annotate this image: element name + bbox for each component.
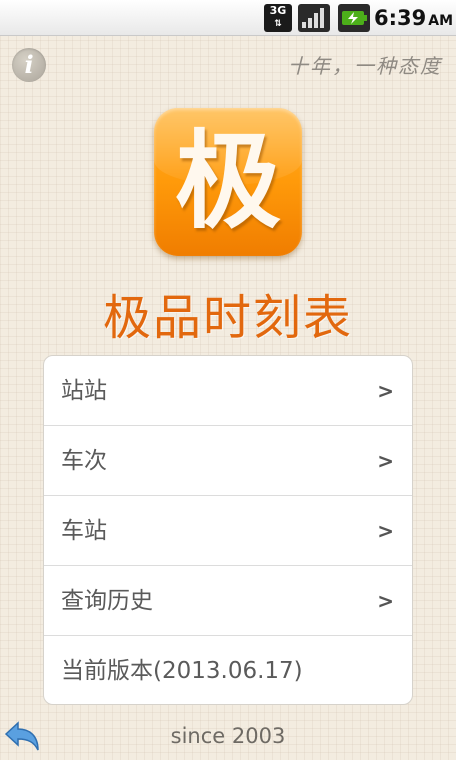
menu-item-current-version[interactable]: 当前版本(2013.06.17)	[44, 636, 412, 704]
main-menu: 站站 > 车次 > 车站 > 查询历史 > 当前版本(2013.06.17)	[43, 355, 413, 705]
menu-item-station[interactable]: 车站 >	[44, 496, 412, 566]
clock-ampm: AM	[428, 13, 454, 29]
chevron-right-icon: >	[377, 589, 394, 613]
chevron-right-icon: >	[377, 379, 394, 403]
menu-item-query-history[interactable]: 查询历史 >	[44, 566, 412, 636]
menu-item-label: 查询历史	[61, 588, 153, 614]
slogan-text: 十年，一种态度	[288, 54, 442, 78]
footer-since: since 2003	[170, 724, 286, 748]
chevron-right-icon: >	[377, 449, 394, 473]
menu-item-label: 车次	[61, 448, 107, 474]
clock: 6:39 AM	[374, 0, 453, 36]
info-icon[interactable]: i	[12, 48, 46, 82]
app-logo-glyph: 极	[175, 120, 281, 243]
clock-time: 6:39	[374, 6, 427, 30]
app-title: 极品时刻表	[102, 290, 353, 346]
menu-item-label: 站站	[61, 378, 107, 404]
chevron-right-icon: >	[377, 519, 394, 543]
network-arrows: ⇅	[274, 19, 282, 29]
battery-charging-icon	[338, 4, 370, 32]
network-3g-icon: 3G ⇅	[264, 4, 292, 32]
network-type-label: 3G	[269, 4, 287, 17]
menu-item-train-number[interactable]: 车次 >	[44, 426, 412, 496]
menu-item-station-to-station[interactable]: 站站 >	[44, 356, 412, 426]
menu-item-label: 当前版本(2013.06.17)	[61, 658, 303, 684]
status-bar: 3G ⇅ 6:39 AM	[0, 0, 456, 36]
menu-item-label: 车站	[61, 518, 107, 544]
signal-bars-icon	[298, 4, 330, 32]
app-logo-icon: 极	[154, 108, 302, 256]
